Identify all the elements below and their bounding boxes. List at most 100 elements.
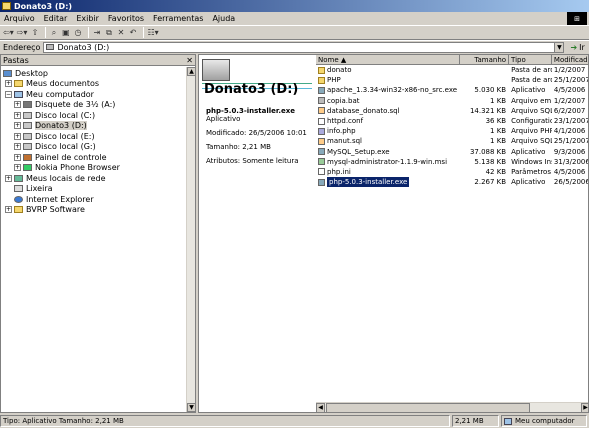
column-size[interactable]: Tamanho [460, 55, 510, 65]
copy-to-button[interactable]: ⧉ [104, 28, 113, 38]
scroll-thumb[interactable] [326, 403, 530, 412]
scroll-down-icon[interactable]: ▼ [187, 403, 196, 412]
column-type[interactable]: Tipo [509, 55, 552, 65]
tree-item-network-places[interactable]: + Meus locais de rede [1, 173, 195, 184]
file-row[interactable]: php-5.0.3-installer.exe 2.267 KB Aplicativ… [316, 177, 588, 188]
tree-item-my-documents[interactable]: + Meus documentos [1, 79, 195, 90]
move-to-button[interactable]: ⇥ [92, 28, 101, 38]
expand-icon[interactable]: + [14, 111, 21, 119]
menu-editar[interactable]: Editar [44, 14, 68, 23]
network-icon [14, 174, 23, 182]
file-modified: 6/2/2007 16 [553, 106, 588, 115]
folders-button[interactable]: ▣ [61, 28, 70, 38]
scroll-up-icon[interactable]: ▲ [187, 67, 196, 76]
file-type: Aplicativo [511, 147, 546, 156]
drive-icon [23, 111, 32, 119]
back-button[interactable]: ⇦▾ [3, 28, 14, 38]
history-button[interactable]: ◷ [73, 28, 82, 38]
file-size: 1 KB [490, 96, 507, 105]
info-panel: Donato3 (D:) php-5.0.3-installer.exe Apl… [199, 55, 316, 402]
title-bar[interactable]: Donato3 (D:) [0, 0, 589, 12]
file-row[interactable]: httpd.conf 36 KB Configuration File23/1/20… [316, 116, 589, 126]
file-row[interactable]: copia.bat 1 KB Arquivo em lot...1/2/2007 0… [316, 96, 588, 106]
tree-item-bvrp-software[interactable]: + BVRP Software [1, 205, 195, 216]
status-location-label: Meu computador [515, 417, 575, 425]
menu-ajuda[interactable]: Ajuda [212, 14, 235, 23]
views-button[interactable]: ☷▾ [147, 28, 158, 38]
file-row[interactable]: php.ini 42 KB Parâmetros de ...4/5/2006 11 [316, 167, 588, 177]
desktop-icon [3, 69, 12, 77]
file-size: 1 KB [490, 137, 507, 146]
collapse-icon[interactable]: − [5, 90, 12, 98]
file-modified: 23/1/2007 1 [553, 116, 589, 125]
tree-item-my-computer[interactable]: − Meu computador [1, 89, 195, 100]
expand-icon[interactable]: + [5, 174, 12, 182]
file-row[interactable]: MySQL_Setup.exe 37.088 KB Aplicativo 9/3/20… [316, 147, 588, 157]
address-label: Endereço [3, 42, 41, 52]
tree-item-desktop[interactable]: Desktop [1, 68, 195, 79]
windows-logo-icon: ⊞ [567, 12, 587, 25]
close-icon[interactable]: ✕ [186, 56, 193, 65]
file-name-cell: php.ini [316, 167, 460, 177]
tree-item-recycle-bin[interactable]: Lixeira [1, 184, 195, 195]
exe-icon [318, 178, 325, 186]
menu-arquivo[interactable]: Arquivo [4, 14, 35, 23]
folder-pane-scrollbar[interactable]: ▲ ▼ [186, 67, 196, 412]
up-folder-button[interactable]: ⇧ [30, 28, 39, 38]
file-row[interactable]: manut.sql 1 KB Arquivo SQL25/1/2007 1 [316, 136, 588, 146]
menu-exibir[interactable]: Exibir [76, 14, 99, 23]
exe-icon [318, 148, 325, 156]
file-row[interactable]: database_donato.sql 14.321 KB Arquivo SQL 6… [316, 106, 588, 116]
folder-icon [14, 80, 23, 88]
tree-item-disk-g[interactable]: + Disco local (G:) [1, 142, 195, 153]
expand-icon[interactable]: + [14, 153, 21, 161]
explorer-window: Donato3 (D:) Arquivo Editar Exibir Favor… [0, 0, 589, 428]
file-name: manut.sql [327, 137, 362, 146]
forward-button[interactable]: ⇨▾ [17, 28, 28, 38]
file-list-hscrollbar[interactable]: ◀ ▶ [316, 402, 588, 412]
expand-icon[interactable]: + [14, 143, 21, 151]
expand-icon[interactable]: + [5, 206, 12, 214]
scroll-left-icon[interactable]: ◀ [316, 403, 325, 412]
delete-button[interactable]: ✕ [116, 28, 125, 38]
menu-favoritos[interactable]: Favoritos [108, 14, 144, 23]
file-row[interactable]: mysql-administrator-1.1.9-win.msi 5.138 K… [316, 157, 588, 167]
expand-icon[interactable]: + [14, 164, 21, 172]
file-name: apache_1.3.34-win32-x86-no_src.exe [327, 86, 458, 95]
scroll-right-icon[interactable]: ▶ [581, 403, 588, 412]
address-input[interactable]: Donato3 (D:) ▼ [43, 41, 565, 53]
expand-icon[interactable]: + [14, 132, 21, 140]
search-button[interactable]: ⌕ [49, 28, 58, 38]
file-type: Aplicativo [511, 178, 546, 187]
file-type: Windows Instal... [511, 157, 552, 166]
file-list-header: Nome ▲ Tamanho Tipo Modificado [316, 55, 588, 65]
undo-button[interactable]: ↶ [128, 28, 137, 38]
tree-item-disk-c[interactable]: + Disco local (C:) [1, 110, 195, 121]
tree-item-control-panel[interactable]: + Painel de controle [1, 152, 195, 163]
expand-icon[interactable]: + [14, 101, 21, 109]
tree-item-floppy-a[interactable]: + Disquete de 3½ (A:) [1, 100, 195, 111]
column-name[interactable]: Nome ▲ [316, 55, 461, 65]
tree-item-disk-e[interactable]: + Disco local (E:) [1, 131, 195, 142]
tree-item-internet-explorer[interactable]: Internet Explorer [1, 194, 195, 205]
chevron-down-icon[interactable]: ▼ [554, 42, 564, 52]
file-row[interactable]: PHP Pasta de arquivos25/1/2007 0 [316, 75, 588, 85]
file-name-cell: httpd.conf [316, 116, 460, 126]
file-type: Parâmetros de ... [511, 167, 552, 176]
file-row[interactable]: donato Pasta de arquivos1/2/2007 08 [316, 65, 588, 75]
go-button[interactable]: ➔ Ir [570, 43, 584, 52]
sql-icon [318, 137, 325, 145]
contents-pane: Donato3 (D:) php-5.0.3-installer.exe Apl… [198, 54, 589, 413]
menu-ferramentas[interactable]: Ferramentas [153, 14, 203, 23]
tree-item-donato3-d[interactable]: + Donato3 (D:) [1, 121, 195, 132]
tree-item-label: Lixeira [26, 184, 53, 194]
expand-icon[interactable]: + [5, 80, 12, 88]
file-row[interactable]: info.php 1 KB Arquivo PHP4/1/2006 16 [316, 126, 588, 136]
file-name-cell: MySQL_Setup.exe [316, 147, 460, 157]
tree-item-nokia-phone-browser[interactable]: + Nokia Phone Browser [1, 163, 195, 174]
file-row[interactable]: apache_1.3.34-win32-x86-no_src.exe 5.030 … [316, 85, 588, 95]
file-type: Arquivo SQL [511, 137, 552, 146]
phone-icon [23, 164, 32, 172]
column-modified[interactable]: Modificado [551, 55, 588, 65]
expand-icon[interactable]: + [14, 122, 21, 130]
